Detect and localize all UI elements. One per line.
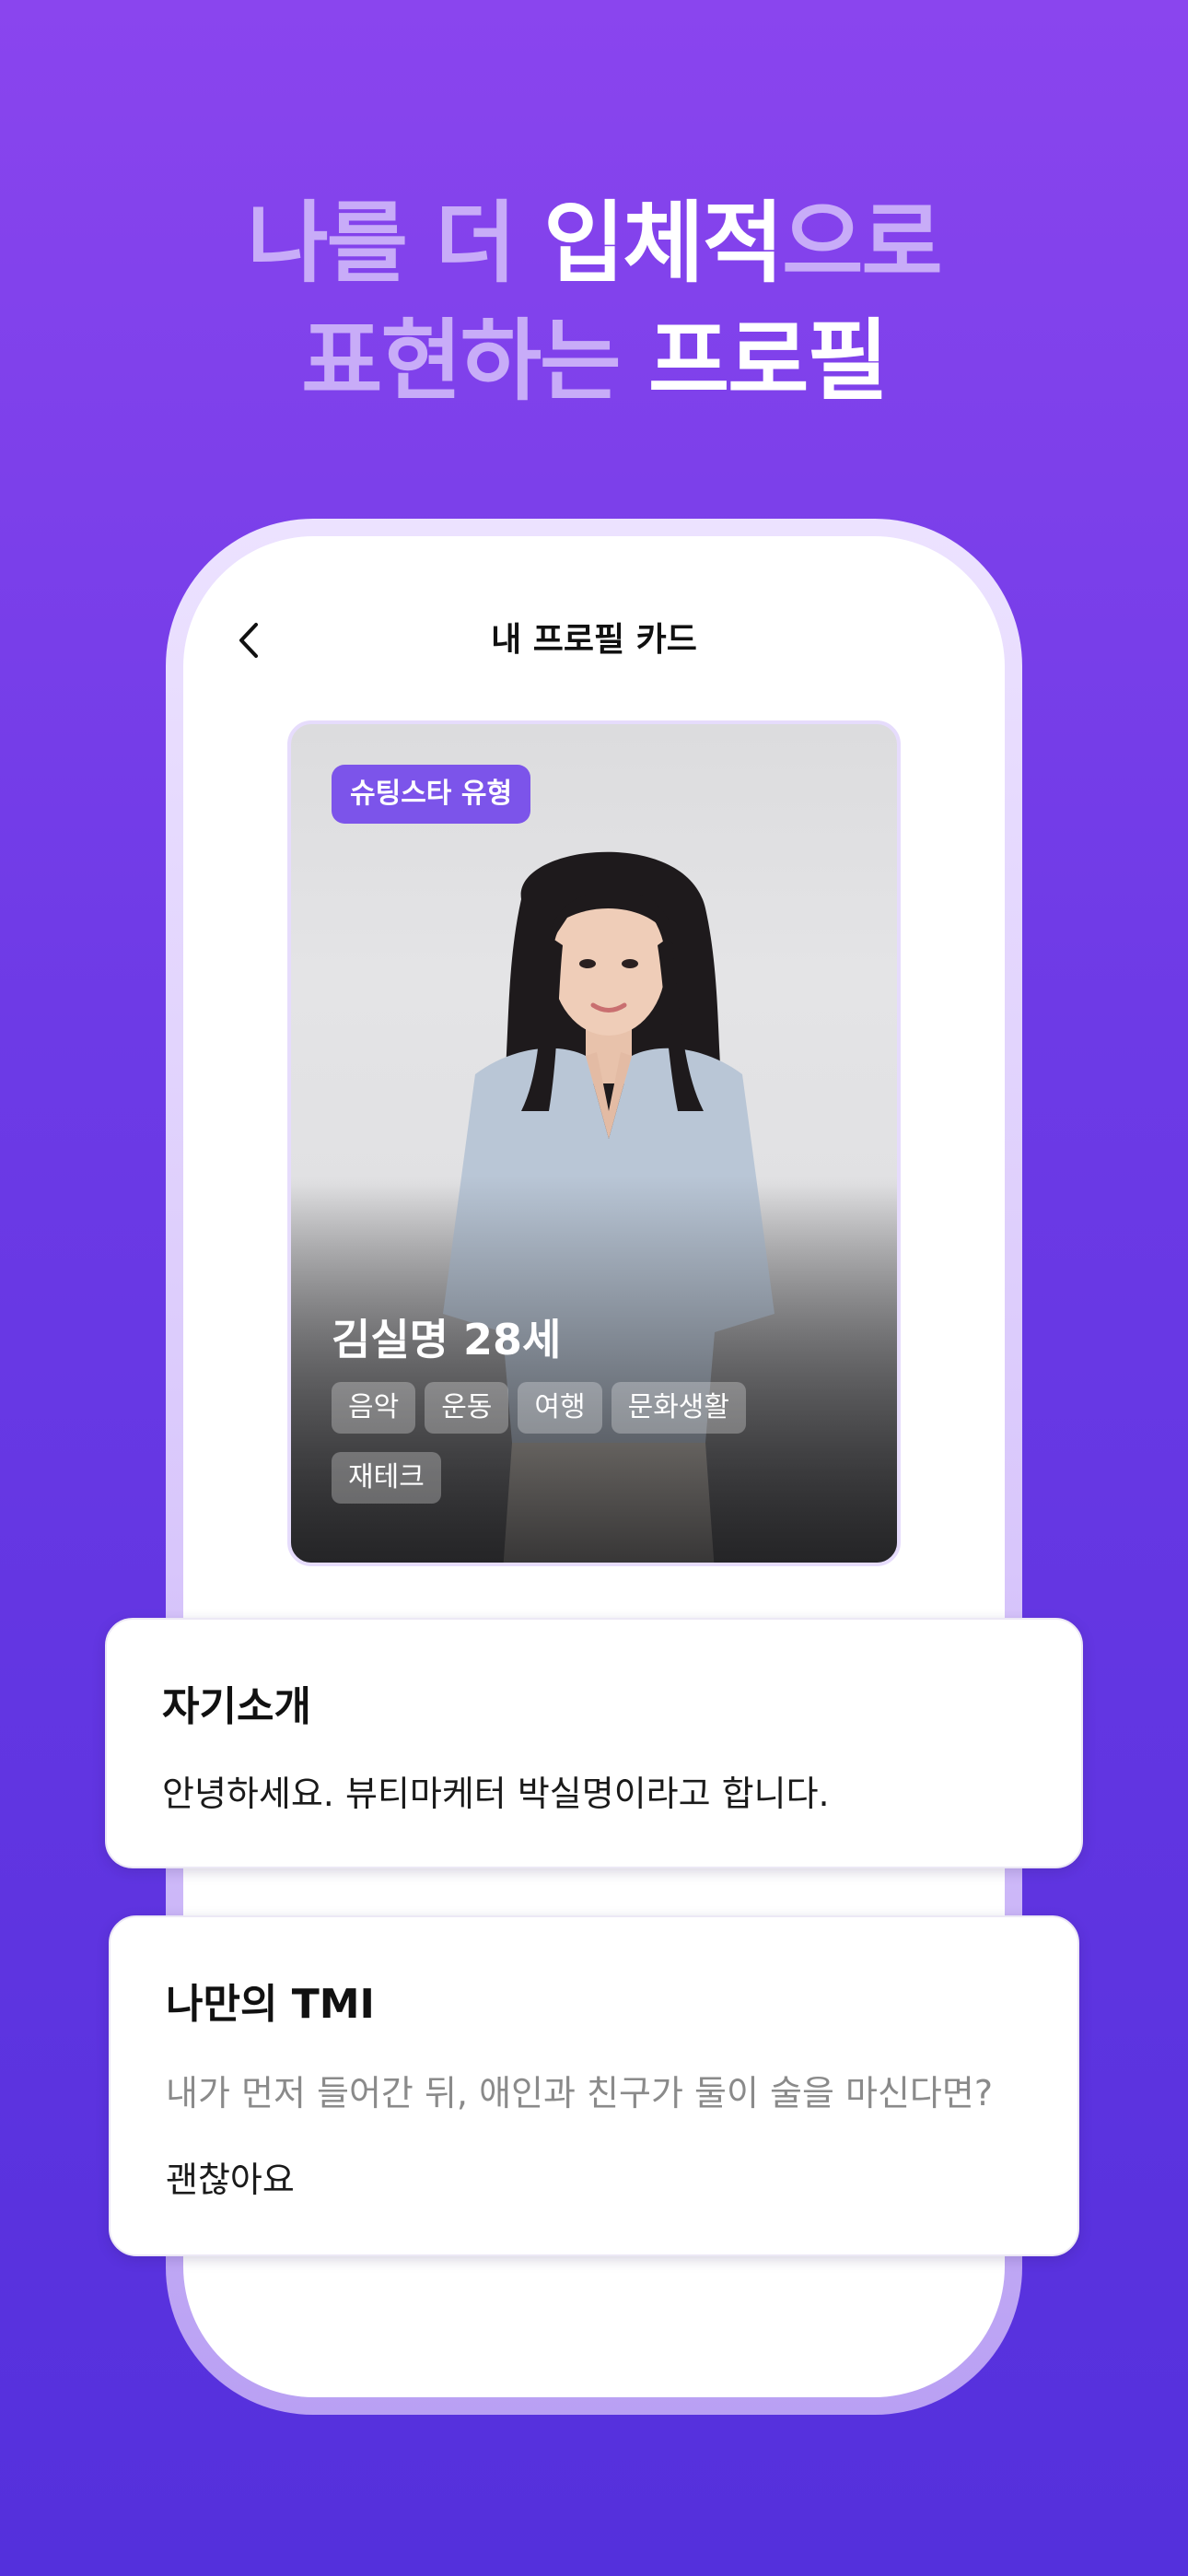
intro-card[interactable]: 자기소개 안녕하세요. 뷰티마케터 박실명이라고 합니다. (105, 1618, 1083, 1868)
interest-tag: 재테크 (332, 1452, 441, 1504)
tmi-card[interactable]: 나만의 TMI 내가 먼저 들어간 뒤, 애인과 친구가 둘이 술을 마신다면?… (109, 1915, 1079, 2256)
intro-body: 안녕하세요. 뷰티마케터 박실명이라고 합니다. (162, 1774, 830, 1814)
profile-card[interactable]: 슈팅스타 유형 김실명 28세 음악 운동 여행 문화생활 재테크 (287, 720, 901, 1566)
tmi-question: 내가 먼저 들어간 뒤, 애인과 친구가 둘이 술을 마신다면? (166, 2073, 994, 2113)
headline-line-2: 표현하는 프로필 (0, 302, 1188, 420)
interest-tag: 여행 (518, 1382, 602, 1434)
interest-tag: 음악 (332, 1382, 416, 1434)
headline-emphasis: 프로필 (647, 310, 889, 413)
screen-title: 내 프로필 카드 (491, 621, 697, 659)
headline: 나를 더 입체적으로 표현하는 프로필 (0, 184, 1188, 420)
interest-tags: 음악 운동 여행 문화생활 재테크 (332, 1382, 847, 1504)
profile-name-age: 김실명 28세 (332, 1315, 562, 1364)
intro-heading: 자기소개 (162, 1683, 311, 1730)
headline-emphasis: 입체적 (543, 192, 784, 295)
headline-line-1: 나를 더 입체적으로 (0, 184, 1188, 302)
tmi-answer: 괜찮아요 (166, 2160, 295, 2200)
headline-text: 표현하는 (301, 310, 648, 413)
interest-tag: 문화생활 (611, 1382, 747, 1434)
type-badge: 슈팅스타 유형 (332, 765, 531, 824)
headline-text: 으로 (782, 192, 943, 295)
card-gradient-overlay (291, 1176, 897, 1563)
headline-text: 나를 더 (247, 192, 544, 295)
interest-tag: 운동 (425, 1382, 509, 1434)
tmi-heading: 나만의 TMI (166, 1981, 375, 2028)
